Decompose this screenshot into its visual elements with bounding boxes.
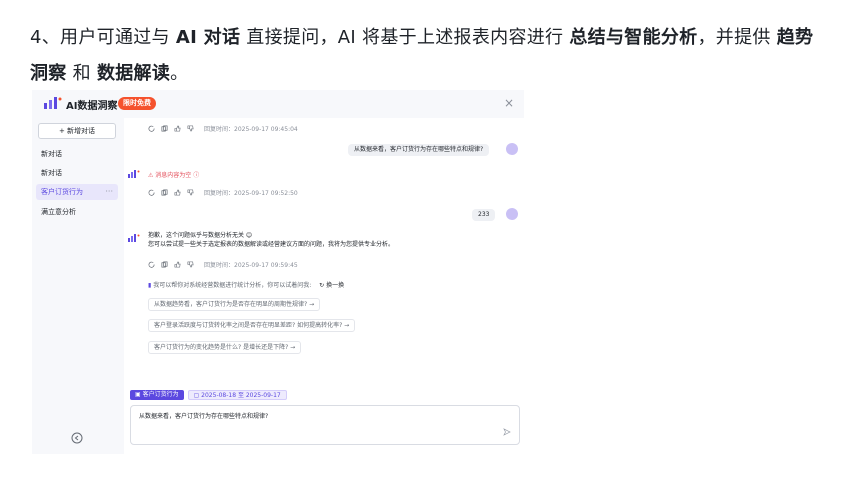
suggestion-chip[interactable]: 从数据趋势看，客户订货行为是否存在明显的周期性规律? → bbox=[148, 298, 321, 311]
doc-text-segment: 直接提问，AI 将基于上述报表内容进行 bbox=[240, 27, 570, 48]
message-toolbar: 回复时间：2025-09-17 09:45:04 bbox=[148, 124, 298, 133]
document-paragraph: 4、用户可通过与 AI 对话 直接提问，AI 将基于上述报表内容进行 总结与智能… bbox=[30, 20, 830, 92]
sidebar-item-new-chat[interactable]: 新对话 bbox=[36, 146, 118, 162]
sidebar-item-satisfaction[interactable]: 满立意分析 bbox=[36, 204, 118, 220]
more-icon[interactable]: ··· bbox=[105, 184, 113, 200]
message-toolbar: 回复时间：2025-09-17 09:59:45 bbox=[148, 260, 298, 269]
sidebar-item-new-chat-2[interactable]: 新对话 bbox=[36, 165, 118, 181]
user-message: 233 bbox=[472, 209, 496, 221]
sidebar-item-label: 满立意分析 bbox=[41, 208, 76, 216]
doc-bold-interpretation: 数据解读 bbox=[96, 63, 171, 84]
ai-insight-window: AI数据洞察 限时免费 × + 新增对话 新对话 新对话 客户订货行为 ··· … bbox=[32, 90, 524, 454]
suggestion-header: ▮ 我可以帮你对系统经营数据进行统计分析，你可以试着问我: ↻ 换一换 bbox=[148, 280, 344, 289]
suggestion-chip[interactable]: 客户订货行为的变化趋势是什么? 是增长还是下降? → bbox=[148, 341, 302, 354]
doc-text-segment: 4、用户可通过与 bbox=[30, 27, 176, 48]
report-tag-label: 客户订货行为 bbox=[142, 391, 179, 398]
sidebar-item-label: 客户订货行为 bbox=[41, 188, 83, 196]
message-toolbar: 回复时间：2025-09-17 09:52:50 bbox=[148, 188, 298, 197]
error-message: ⚠ 消息内容为空 ⓘ bbox=[148, 170, 199, 179]
chat-panel: 回复时间：2025-09-17 09:45:04 从数据来看，客户订货行为存在哪… bbox=[124, 118, 524, 454]
close-button[interactable]: × bbox=[504, 96, 514, 110]
new-chat-button[interactable]: + 新增对话 bbox=[38, 123, 116, 139]
sidebar-item-customer-ordering[interactable]: 客户订货行为 ··· bbox=[36, 184, 118, 200]
refresh-icon[interactable] bbox=[148, 261, 155, 268]
reply-time: 回复时间：2025-09-17 09:59:45 bbox=[204, 262, 298, 269]
logo-icon bbox=[44, 97, 62, 109]
error-text: 消息内容为空 bbox=[155, 172, 192, 179]
thumbs-down-icon[interactable] bbox=[187, 189, 194, 196]
thumbs-down-icon[interactable] bbox=[187, 261, 194, 268]
suggestion-chip[interactable]: 客户登录活跃度与订货转化率之间是否存在明显差距? 如何提高转化率? → bbox=[148, 319, 356, 332]
copy-icon[interactable] bbox=[161, 125, 168, 132]
free-badge: 限时免费 bbox=[118, 97, 156, 110]
user-avatar bbox=[506, 208, 518, 220]
chat-input[interactable]: 从数据来看，客户订货行为存在哪些特点和规律? bbox=[130, 405, 520, 445]
app-header: AI数据洞察 限时免费 × bbox=[32, 90, 524, 118]
sidebar-item-label: 新对话 bbox=[41, 150, 62, 158]
reply-time: 回复时间：2025-09-17 09:45:04 bbox=[204, 126, 298, 133]
ai-reply-line-1: 抱歉，这个问题似乎与数据分析无关 😊 bbox=[148, 232, 253, 239]
refresh-icon[interactable] bbox=[148, 189, 155, 196]
refresh-label: 换一换 bbox=[326, 282, 345, 289]
refresh-suggestions-button[interactable]: ↻ 换一换 bbox=[319, 282, 344, 289]
user-message: 从数据来看，客户订货行为存在哪些特点和规律? bbox=[348, 144, 490, 156]
back-arrow-icon[interactable] bbox=[71, 432, 83, 444]
sidebar: + 新增对话 新对话 新对话 客户订货行为 ··· 满立意分析 bbox=[32, 118, 124, 454]
user-avatar bbox=[506, 143, 518, 155]
copy-icon[interactable] bbox=[161, 261, 168, 268]
info-icon: ⓘ bbox=[191, 172, 200, 179]
ai-avatar-icon bbox=[128, 170, 140, 178]
refresh-icon[interactable] bbox=[148, 125, 155, 132]
chat-input-value: 从数据来看，客户订货行为存在哪些特点和规律? bbox=[139, 413, 269, 420]
thumbs-up-icon[interactable] bbox=[174, 189, 181, 196]
suggestion-title: 我可以帮你对系统经营数据进行统计分析，你可以试着问我: bbox=[153, 282, 312, 289]
app-title: AI数据洞察 bbox=[66, 101, 118, 112]
thumbs-down-icon[interactable] bbox=[187, 125, 194, 132]
sidebar-item-label: 新对话 bbox=[41, 169, 62, 177]
thumbs-up-icon[interactable] bbox=[174, 125, 181, 132]
ai-reply-line-2: 您可以尝试提一些关于选定报表的数据解读或经营建议方面的问题，我将为您提供专业分析… bbox=[148, 241, 395, 248]
report-tag[interactable]: ▣ 客户订货行为 bbox=[130, 390, 184, 400]
send-icon[interactable] bbox=[503, 428, 511, 436]
doc-text-segment: 和 bbox=[66, 63, 97, 84]
doc-bold-ai-chat: AI 对话 bbox=[175, 27, 241, 48]
ai-avatar-icon bbox=[128, 234, 140, 242]
thumbs-up-icon[interactable] bbox=[174, 261, 181, 268]
doc-text-segment: ，并提供 bbox=[697, 27, 777, 48]
doc-bold-summary: 总结与智能分析 bbox=[569, 27, 698, 48]
date-range-tag[interactable]: ▢ 2025-08-18 至 2025-09-17 bbox=[187, 390, 287, 400]
reply-time: 回复时间：2025-09-17 09:52:50 bbox=[204, 190, 298, 197]
doc-text-segment: 。 bbox=[170, 63, 189, 84]
date-range-label: 2025-08-18 至 2025-09-17 bbox=[201, 392, 281, 399]
copy-icon[interactable] bbox=[161, 189, 168, 196]
context-tags: ▣ 客户订货行为 ▢ 2025-08-18 至 2025-09-17 bbox=[130, 390, 287, 400]
